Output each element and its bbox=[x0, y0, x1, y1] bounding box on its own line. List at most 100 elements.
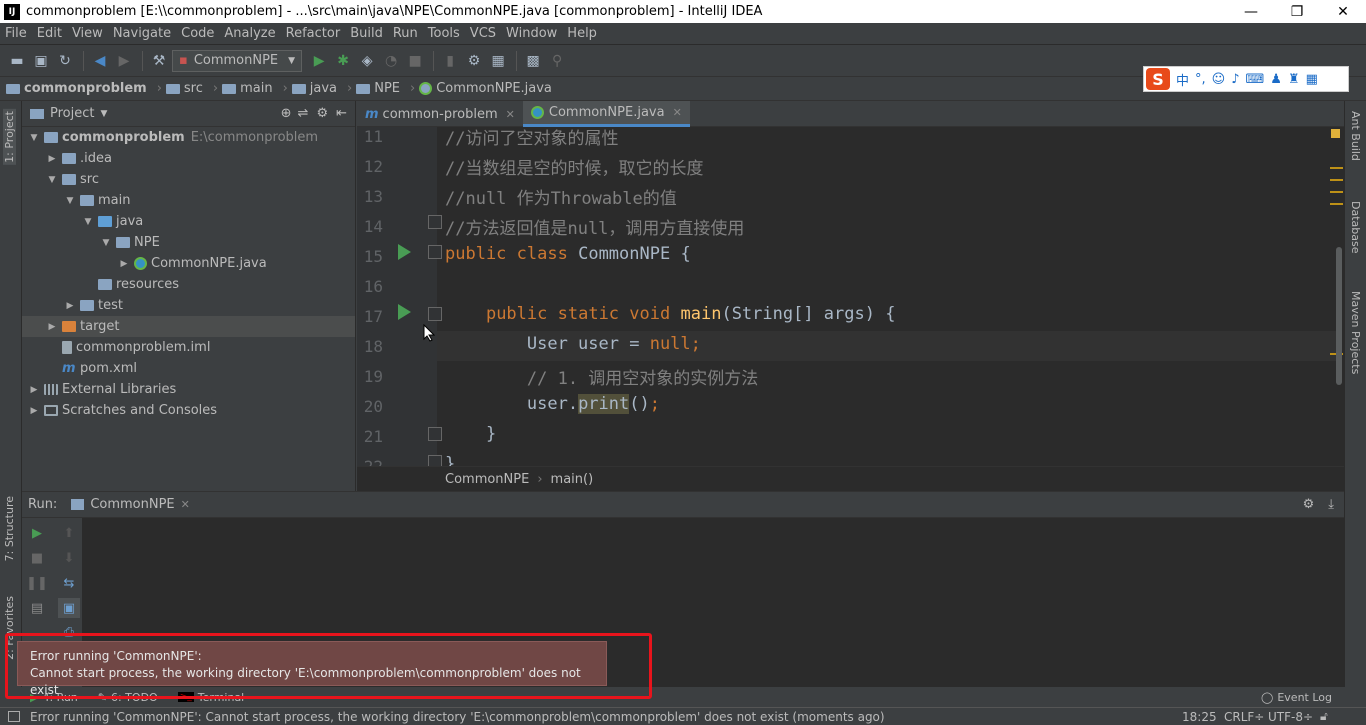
chevron-right-icon[interactable]: ▶ bbox=[118, 259, 130, 269]
fold-marker-icon[interactable] bbox=[428, 215, 442, 229]
scroll-up-icon[interactable]: ⬆ bbox=[58, 523, 80, 543]
code-line[interactable]: //访问了空对象的属性 bbox=[445, 127, 618, 149]
run-config-select[interactable]: ▪ CommonNPE ▼ bbox=[172, 49, 303, 72]
chevron-down-icon[interactable]: ▼ bbox=[82, 217, 94, 227]
tab-ant-build[interactable]: Ant Build bbox=[1349, 111, 1362, 161]
debug-icon[interactable]: ✱ bbox=[332, 50, 354, 72]
line-separator[interactable]: CRLF÷ bbox=[1224, 710, 1264, 724]
sdk-icon[interactable]: ▩ bbox=[522, 50, 544, 72]
close-tab-icon[interactable]: ✕ bbox=[673, 106, 682, 119]
menu-build[interactable]: Build bbox=[345, 26, 388, 41]
tree-node[interactable]: resources bbox=[22, 274, 355, 295]
tree-node[interactable]: ▼ src bbox=[22, 169, 355, 190]
skin-icon[interactable]: ♜ bbox=[1288, 72, 1300, 87]
coverage-icon[interactable]: ◈ bbox=[356, 50, 378, 72]
menu-window[interactable]: Window bbox=[501, 26, 562, 41]
hide-icon[interactable]: ⇤ bbox=[336, 106, 347, 121]
menu-refactor[interactable]: Refactor bbox=[281, 26, 346, 41]
tree-node[interactable]: ▼ NPE bbox=[22, 232, 355, 253]
profile-icon[interactable]: ◔ bbox=[380, 50, 402, 72]
ime-toolbar[interactable]: S 中 °, ☺ ♪ ⌨ ♟ ♜ ▦ bbox=[1143, 66, 1349, 92]
tree-node[interactable]: ▶ External Libraries bbox=[22, 379, 355, 400]
back-icon[interactable]: ◀ bbox=[89, 50, 111, 72]
tree-node[interactable]: ▶ Scratches and Consoles bbox=[22, 400, 355, 421]
code-line[interactable]: //当数组是空的时候，取它的长度 bbox=[445, 154, 703, 179]
tab-database[interactable]: Database bbox=[1349, 201, 1362, 254]
settings-icon[interactable]: ⚙ bbox=[463, 50, 485, 72]
sync-icon[interactable]: ↻ bbox=[54, 50, 76, 72]
tab-maven[interactable]: Maven Projects bbox=[1349, 291, 1362, 374]
stop-icon[interactable]: ■ bbox=[26, 548, 48, 568]
project-structure-icon[interactable]: ▦ bbox=[487, 50, 509, 72]
gear-icon[interactable]: ⚙ bbox=[316, 106, 328, 121]
keyboard-icon[interactable]: ⌨ bbox=[1246, 72, 1265, 87]
editor-scrollbar[interactable] bbox=[1330, 127, 1344, 466]
breadcrumb-npe[interactable]: NPE bbox=[356, 81, 400, 96]
soft-wrap-icon[interactable]: ⇆ bbox=[58, 573, 80, 593]
fold-marker-icon[interactable] bbox=[428, 307, 442, 321]
code-line[interactable]: } bbox=[445, 454, 455, 466]
breadcrumb-src[interactable]: src bbox=[165, 81, 203, 96]
run-class-icon[interactable] bbox=[398, 244, 411, 260]
menu-help[interactable]: Help bbox=[562, 26, 602, 41]
chevron-down-icon[interactable]: ▼ bbox=[64, 196, 76, 206]
file-encoding[interactable]: UTF-8÷ bbox=[1268, 710, 1313, 724]
menu-code[interactable]: Code bbox=[176, 26, 219, 41]
emoji-icon[interactable]: ☺ bbox=[1212, 72, 1226, 87]
build-icon[interactable]: ⚒ bbox=[148, 50, 170, 72]
chevron-down-icon[interactable]: ▼ bbox=[46, 175, 58, 185]
fold-marker-icon[interactable] bbox=[428, 427, 442, 441]
code-line[interactable]: User user = null; bbox=[445, 334, 701, 354]
chevron-right-icon[interactable]: ▶ bbox=[64, 301, 76, 311]
restore-button[interactable]: ❐ bbox=[1274, 0, 1320, 23]
chevron-right-icon[interactable]: ▶ bbox=[46, 154, 58, 164]
run-icon[interactable]: ▶ bbox=[308, 50, 330, 72]
user-icon[interactable]: ♟ bbox=[1270, 72, 1282, 87]
menu-run[interactable]: Run bbox=[388, 26, 423, 41]
tree-node[interactable]: ▶ test bbox=[22, 295, 355, 316]
close-button[interactable]: ✕ bbox=[1320, 0, 1366, 23]
hide-icon[interactable]: ⤓ bbox=[1328, 497, 1334, 512]
tree-node[interactable]: ▶ CommonNPE.java bbox=[22, 253, 355, 274]
vcs-icon[interactable]: ▮ bbox=[439, 50, 461, 72]
tab-event-log[interactable]: Event Log bbox=[1277, 691, 1332, 704]
stop-icon[interactable]: ■ bbox=[404, 50, 426, 72]
run-tab-commonnpe[interactable]: CommonNPE ✕ bbox=[65, 492, 196, 518]
code-editor[interactable]: 11 12 13 14 15 16 17 18 19 20 21 22 //访问了空对象的属性 //当数… bbox=[357, 127, 1344, 466]
status-message[interactable]: Error running 'CommonNPE': Cannot start … bbox=[30, 710, 885, 724]
breadcrumb-main[interactable]: main bbox=[222, 81, 273, 96]
collapse-icon[interactable]: ⇌ bbox=[298, 106, 309, 121]
microphone-icon[interactable]: ♪ bbox=[1231, 72, 1239, 87]
fold-marker-icon[interactable] bbox=[428, 455, 442, 466]
minimize-button[interactable]: — bbox=[1228, 0, 1274, 23]
tree-node[interactable]: ▼ main bbox=[22, 190, 355, 211]
lock-icon[interactable]: 🔓︎ bbox=[1320, 709, 1328, 724]
tree-node[interactable]: m pom.xml bbox=[22, 358, 355, 379]
code-line[interactable]: //方法返回值是null，调用方直接使用 bbox=[445, 214, 744, 239]
menu-tools[interactable]: Tools bbox=[423, 26, 465, 41]
fold-marker-icon[interactable] bbox=[428, 245, 442, 259]
chevron-right-icon[interactable]: ▶ bbox=[28, 385, 40, 395]
tree-node[interactable]: ▼ java bbox=[22, 211, 355, 232]
chevron-down-icon[interactable]: ▼ bbox=[100, 109, 107, 119]
chevron-down-icon[interactable]: ▼ bbox=[28, 133, 40, 143]
menu-navigate[interactable]: Navigate bbox=[108, 26, 176, 41]
tab-commonnpe-java[interactable]: CommonNPE.java ✕ bbox=[522, 101, 690, 127]
open-folder-icon[interactable]: ▬ bbox=[6, 50, 28, 72]
menu-view[interactable]: View bbox=[67, 26, 108, 41]
breadcrumb-file[interactable]: CommonNPE.java bbox=[419, 81, 552, 96]
caret-position[interactable]: 18:25 bbox=[1182, 710, 1217, 724]
restore-layout-icon[interactable]: ▤ bbox=[26, 598, 48, 618]
project-panel-title[interactable]: Project bbox=[50, 106, 94, 121]
chevron-down-icon[interactable]: ▼ bbox=[100, 238, 112, 248]
code-line[interactable]: //null 作为Throwable的值 bbox=[445, 184, 677, 209]
tab-project[interactable]: 1: Project bbox=[3, 109, 16, 165]
code-crumb-class[interactable]: CommonNPE bbox=[445, 472, 529, 487]
forward-icon[interactable]: ▶ bbox=[113, 50, 135, 72]
code-line[interactable]: public class CommonNPE { bbox=[445, 244, 691, 264]
chevron-right-icon[interactable]: ▶ bbox=[46, 322, 58, 332]
tab-common-problem[interactable]: m common-problem ✕ bbox=[357, 101, 523, 127]
locate-icon[interactable]: ⊕ bbox=[281, 106, 292, 121]
tab-structure[interactable]: 7: Structure bbox=[3, 496, 16, 561]
tree-node[interactable]: ▶ .idea bbox=[22, 148, 355, 169]
